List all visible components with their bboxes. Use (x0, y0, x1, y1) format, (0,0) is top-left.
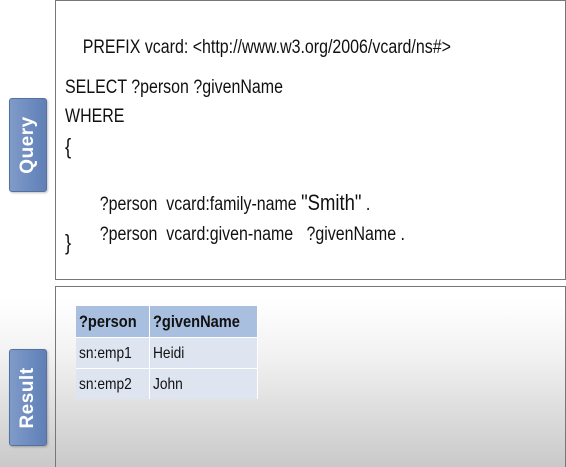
result-table: ?person ?givenName sn:emp1 Heidi sn:emp2… (76, 306, 259, 399)
column-header-givenname: ?givenName (149, 306, 259, 338)
query-tab-label: Query (17, 116, 38, 174)
pattern2-subject: ?person (99, 224, 158, 245)
query-panel: PREFIX vcard: <http://www.w3.org/2006/vc… (55, 0, 566, 280)
table-row: sn:emp2 John (76, 368, 259, 399)
column-header-person: ?person (76, 306, 151, 338)
cell-givenname: John (149, 368, 259, 399)
pattern2-object: ?givenName (306, 224, 397, 245)
prefix-line: PREFIX vcard: <http://www.w3.org/2006/vc… (65, 15, 451, 81)
close-brace: } (65, 230, 72, 255)
pattern2-end: . (400, 224, 405, 245)
where-line: WHERE (65, 106, 125, 127)
open-brace: { (65, 134, 72, 159)
prefix-text: PREFIX vcard: <http://www.w3.org/2006/vc… (82, 37, 451, 58)
cell-person: sn:emp2 (76, 368, 151, 399)
cell-givenname: Heidi (149, 337, 259, 369)
table-row: sn:emp1 Heidi (76, 337, 259, 369)
result-tab: Result (9, 349, 47, 446)
result-tab-label: Result (17, 366, 38, 429)
result-header-row: ?person ?givenName (76, 306, 259, 338)
pattern2-predicate: vcard:given-name (166, 224, 294, 245)
result-panel: ?person ?givenName sn:emp1 Heidi sn:emp2… (55, 286, 566, 467)
cell-person: sn:emp1 (76, 337, 151, 369)
select-line: SELECT ?person ?givenName (65, 77, 283, 98)
query-tab: Query (9, 98, 47, 192)
triple-pattern-2: ?person vcard:given-name ?givenName . (82, 202, 405, 268)
